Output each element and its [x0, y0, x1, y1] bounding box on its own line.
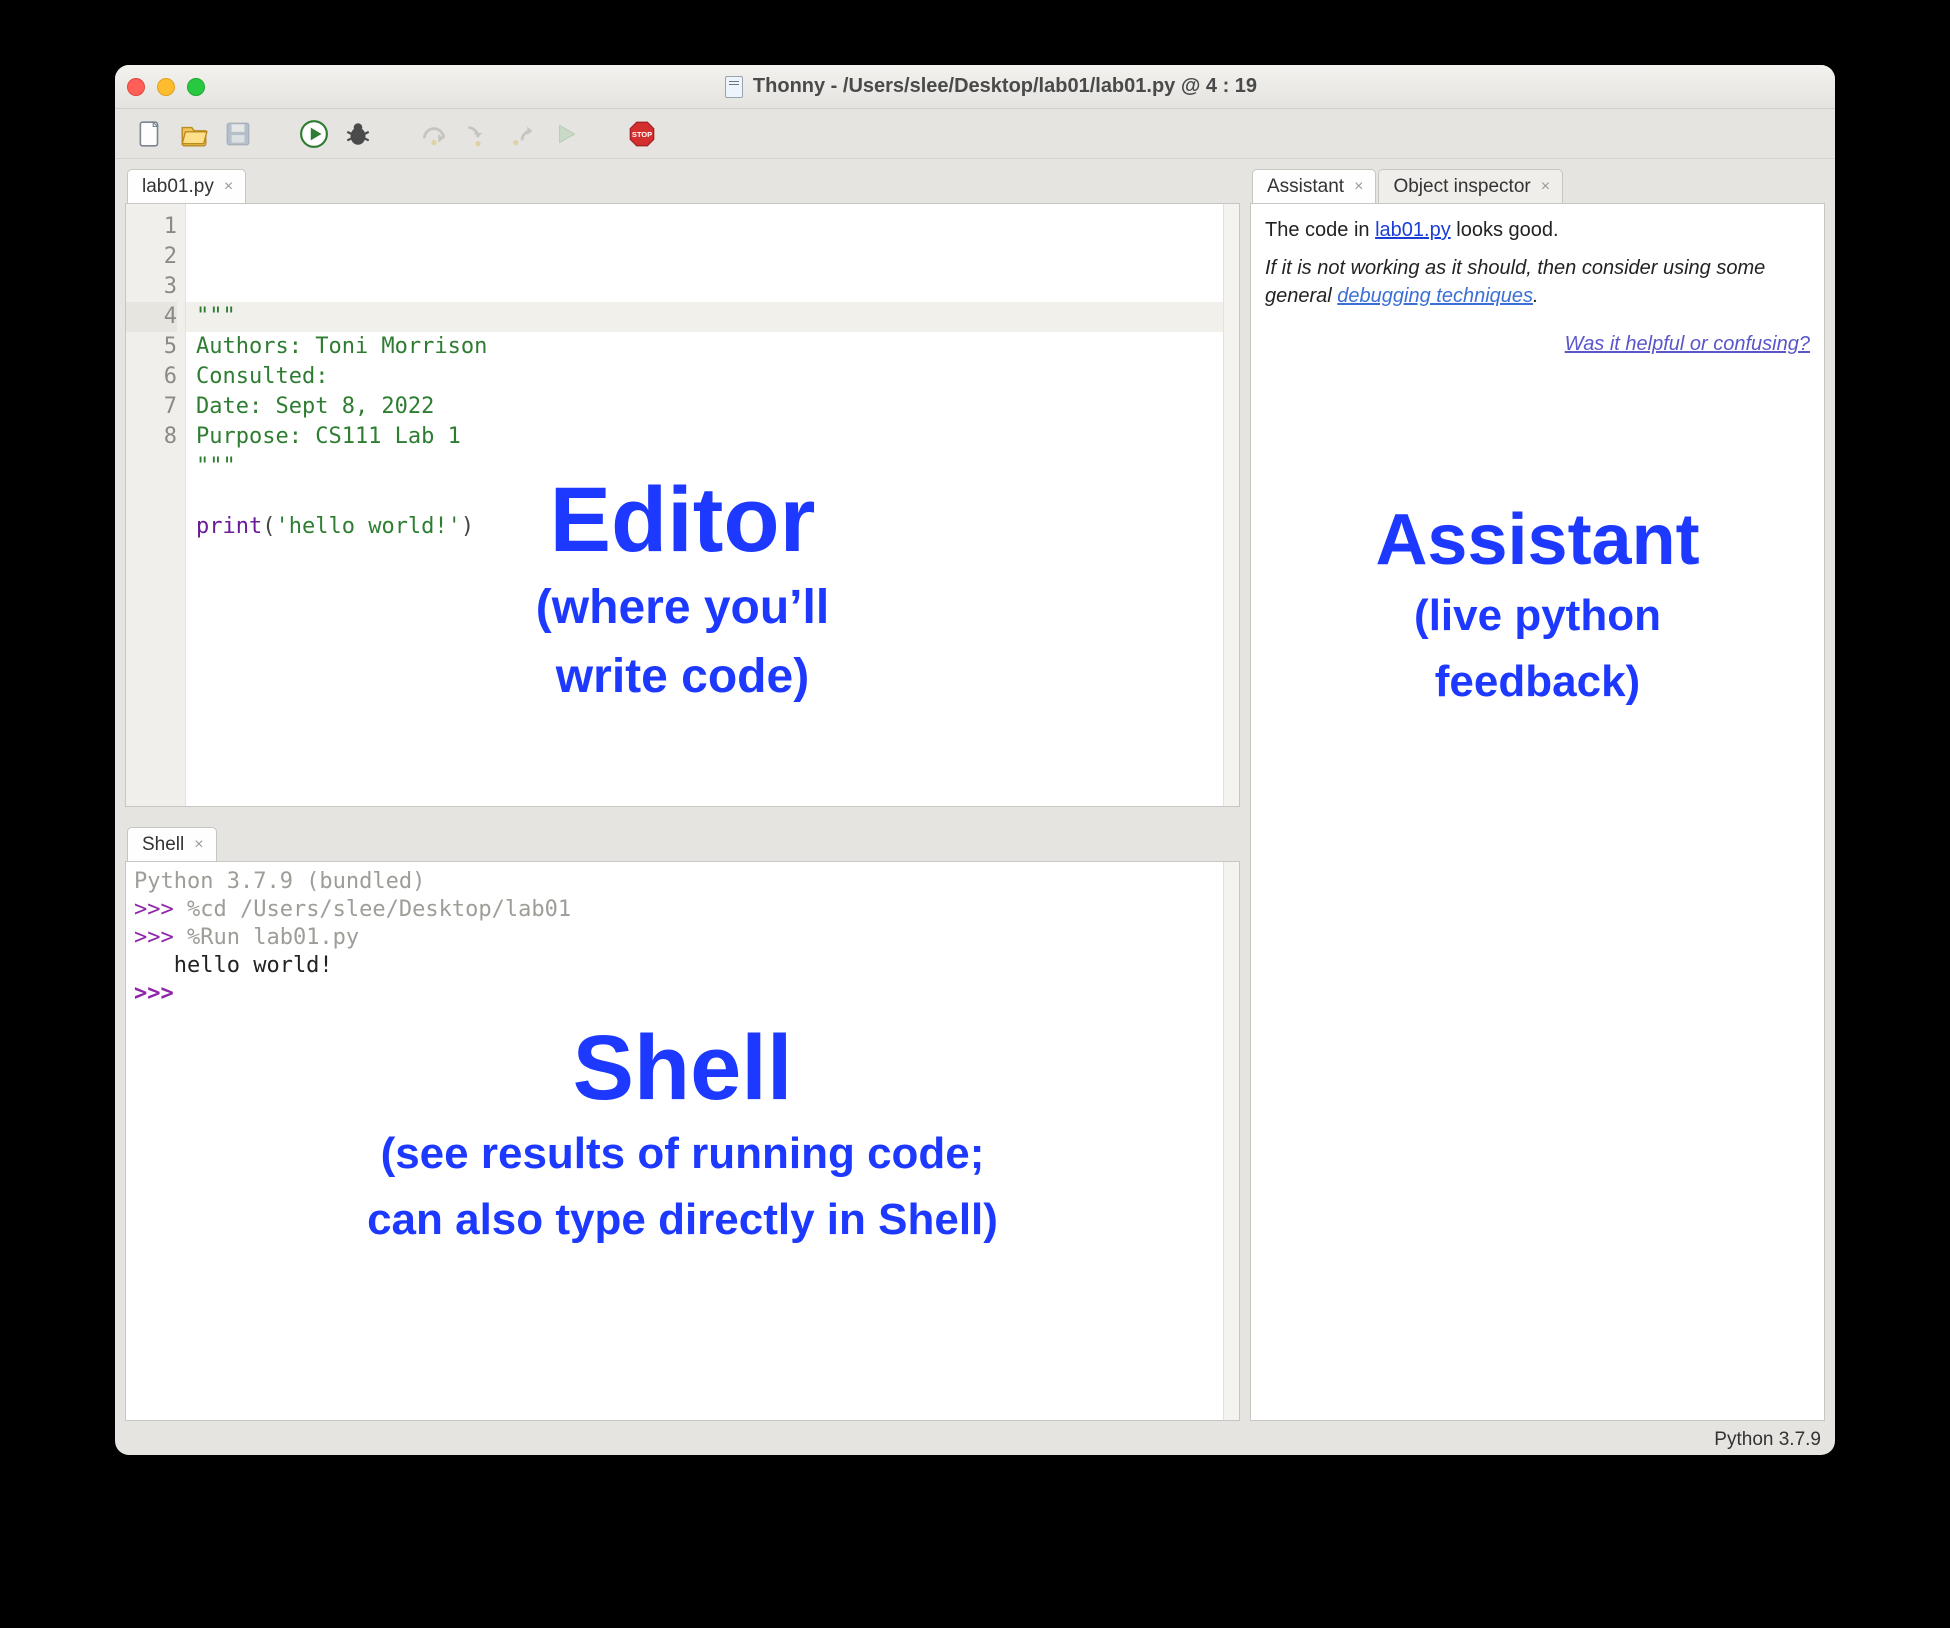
line-number: 8: [126, 422, 177, 452]
line-number: 4: [126, 302, 177, 332]
statusbar: Python 3.7.9: [115, 1425, 1835, 1455]
window-title-text: Thonny - /Users/slee/Desktop/lab01/lab01…: [753, 75, 1257, 98]
close-tab-icon[interactable]: ×: [224, 178, 233, 196]
line-number: 7: [126, 392, 177, 422]
tab-assistant[interactable]: Assistant ×: [1252, 169, 1376, 204]
window-title: Thonny - /Users/slee/Desktop/lab01/lab01…: [159, 75, 1823, 98]
app-window: Thonny - /Users/slee/Desktop/lab01/lab01…: [115, 65, 1835, 1455]
assistant-file-link[interactable]: lab01.py: [1375, 219, 1451, 241]
save-file-button[interactable]: [223, 119, 253, 149]
feedback-link[interactable]: Was it helpful or confusing?: [1565, 333, 1810, 355]
shell-tab-label: Shell: [142, 834, 184, 856]
tab-label: Assistant: [1267, 176, 1344, 198]
code-line[interactable]: Consulted:: [196, 362, 1239, 392]
document-icon: [725, 76, 743, 98]
debugging-techniques-link[interactable]: debugging techniques: [1337, 285, 1533, 307]
editor-tab-lab01[interactable]: lab01.py ×: [127, 169, 246, 204]
assistant-feedback: Was it helpful or confusing?: [1265, 330, 1810, 358]
shell-body-wrap: Python 3.7.9 (bundled)>>> %cd /Users/sle…: [125, 861, 1240, 1421]
assistant-tabstrip: Assistant × Object inspector ×: [1250, 167, 1825, 203]
tab-object-inspector[interactable]: Object inspector ×: [1378, 169, 1563, 204]
main-area: lab01.py × 12345678 """Authors: Toni Mor…: [115, 159, 1835, 1425]
code-line[interactable]: Authors: Toni Morrison: [196, 332, 1239, 362]
code-editor[interactable]: 12345678 """Authors: Toni MorrisonConsul…: [126, 204, 1239, 806]
step-into-button[interactable]: [463, 119, 493, 149]
code-line[interactable]: [196, 482, 1239, 512]
editor-tab-label: lab01.py: [142, 176, 214, 198]
new-file-button[interactable]: [135, 119, 165, 149]
assistant-intro: The code in lab01.py looks good.: [1265, 216, 1810, 244]
shell-tab[interactable]: Shell ×: [127, 827, 217, 862]
assistant-advice: If it is not working as it should, then …: [1265, 254, 1810, 310]
assistant-body-wrap: The code in lab01.py looks good. If it i…: [1250, 203, 1825, 1421]
svg-text:STOP: STOP: [632, 130, 652, 139]
code-line[interactable]: """: [196, 452, 1239, 482]
line-number: 5: [126, 332, 177, 362]
shell-tabstrip: Shell ×: [125, 825, 1240, 861]
open-file-button[interactable]: [179, 119, 209, 149]
close-tab-icon[interactable]: ×: [194, 836, 203, 854]
right-column: Assistant × Object inspector × The code in …: [1250, 167, 1825, 1421]
tab-label: Object inspector: [1393, 176, 1530, 198]
code-line[interactable]: Date: Sept 8, 2022: [196, 392, 1239, 422]
code-line[interactable]: print('hello world!'): [196, 512, 1239, 542]
close-tab-icon[interactable]: ×: [1354, 178, 1363, 196]
editor-panel: lab01.py × 12345678 """Authors: Toni Mor…: [125, 167, 1240, 807]
stop-button[interactable]: STOP: [627, 119, 657, 149]
shell-terminal[interactable]: Python 3.7.9 (bundled)>>> %cd /Users/sle…: [126, 862, 1239, 1420]
editor-tabstrip: lab01.py ×: [125, 167, 1240, 203]
step-over-button[interactable]: [419, 119, 449, 149]
line-number-gutter: 12345678: [126, 204, 186, 806]
code-area[interactable]: """Authors: Toni MorrisonConsulted:Date:…: [186, 204, 1239, 806]
left-column: lab01.py × 12345678 """Authors: Toni Mor…: [125, 167, 1240, 1421]
line-number: 3: [126, 272, 177, 302]
run-button[interactable]: [299, 119, 329, 149]
line-number: 6: [126, 362, 177, 392]
editor-body: 12345678 """Authors: Toni MorrisonConsul…: [125, 203, 1240, 807]
line-number: 2: [126, 242, 177, 272]
code-line[interactable]: """: [196, 302, 1239, 332]
code-line[interactable]: Purpose: CS111 Lab 1: [196, 422, 1239, 452]
line-number: 1: [126, 212, 177, 242]
resume-button[interactable]: [551, 119, 581, 149]
shell-scrollbar[interactable]: [1223, 862, 1239, 1420]
assistant-body: The code in lab01.py looks good. If it i…: [1251, 204, 1824, 1420]
python-version-status[interactable]: Python 3.7.9: [1714, 1429, 1821, 1451]
step-out-button[interactable]: [507, 119, 537, 149]
close-tab-icon[interactable]: ×: [1541, 178, 1550, 196]
assistant-panel: Assistant × Object inspector × The code in …: [1250, 167, 1825, 1421]
close-window-button[interactable]: [127, 78, 145, 96]
titlebar: Thonny - /Users/slee/Desktop/lab01/lab01…: [115, 65, 1835, 109]
debug-button[interactable]: [343, 119, 373, 149]
shell-panel: Shell × Python 3.7.9 (bundled)>>> %cd /U…: [125, 825, 1240, 1421]
toolbar: STOP: [115, 109, 1835, 159]
